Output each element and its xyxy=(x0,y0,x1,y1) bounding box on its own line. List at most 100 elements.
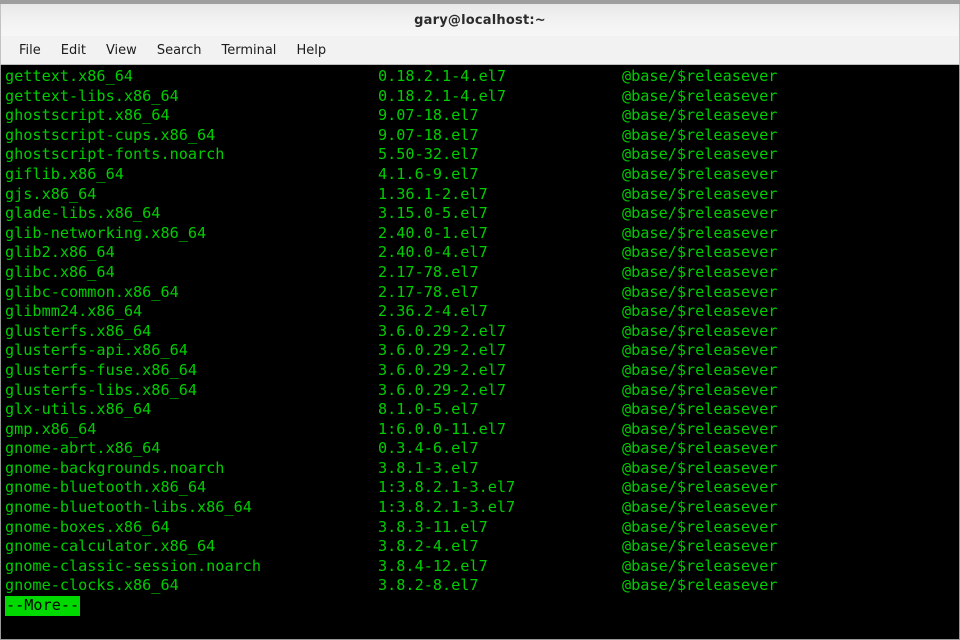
package-version: 3.15.0-5.el7 xyxy=(378,204,488,223)
package-repository: @base/$releasever xyxy=(622,223,778,242)
package-repository: @base/$releasever xyxy=(622,419,778,438)
package-row: glx-utils.x86_64 8.1.0-5.el7 @base/$releas… xyxy=(5,400,959,420)
package-name: gnome-boxes.x86_64 xyxy=(5,517,170,536)
menu-item-terminal[interactable]: Terminal xyxy=(211,40,286,61)
package-name: gnome-calculator.x86_64 xyxy=(5,537,216,556)
package-version: 2.40.0-1.el7 xyxy=(378,223,488,242)
more-prompt[interactable]: --More-- xyxy=(5,596,81,616)
package-row: ghostscript-fonts.noarch 5.50-32.el7 @base… xyxy=(5,145,959,165)
package-name: ghostscript.x86_64 xyxy=(5,106,170,125)
package-name: glusterfs-fuse.x86_64 xyxy=(5,360,198,379)
package-repository: @base/$releasever xyxy=(622,262,778,281)
menu-item-help[interactable]: Help xyxy=(286,40,336,61)
package-repository: @base/$releasever xyxy=(622,106,778,125)
package-row: gnome-boxes.x86_64 3.8.3-11.el7 @base/$rel… xyxy=(5,518,959,538)
menu-item-file[interactable]: File xyxy=(9,40,51,61)
package-version: 2.40.0-4.el7 xyxy=(378,243,488,262)
package-name: gnome-clocks.x86_64 xyxy=(5,576,179,595)
package-name: giflib.x86_64 xyxy=(5,164,124,183)
package-row: glibmm24.x86_64 2.36.2-4.el7 @base/$releas… xyxy=(5,302,959,322)
package-repository: @base/$releasever xyxy=(622,537,778,556)
package-name: glx-utils.x86_64 xyxy=(5,400,152,419)
package-name: glibc-common.x86_64 xyxy=(5,282,179,301)
package-repository: @base/$releasever xyxy=(622,478,778,497)
package-version: 2.17-78.el7 xyxy=(378,262,479,281)
package-version: 9.07-18.el7 xyxy=(378,106,479,125)
package-name: gnome-backgrounds.noarch xyxy=(5,458,225,477)
package-version: 9.07-18.el7 xyxy=(378,125,479,144)
package-name: gnome-classic-session.noarch xyxy=(5,556,262,575)
package-repository: @base/$releasever xyxy=(622,380,778,399)
package-row: glibc.x86_64 2.17-78.el7 @base/$releasever xyxy=(5,263,959,283)
package-row: glib-networking.x86_64 2.40.0-1.el7 @base/… xyxy=(5,224,959,244)
more-prompt-line: --More-- xyxy=(5,596,959,616)
package-name: gettext-libs.x86_64 xyxy=(5,86,179,105)
menu-item-view[interactable]: View xyxy=(96,40,147,61)
package-name: gnome-bluetooth-libs.x86_64 xyxy=(5,498,252,517)
package-row: giflib.x86_64 4.1.6-9.el7 @base/$releaseve… xyxy=(5,165,959,185)
package-repository: @base/$releasever xyxy=(622,86,778,105)
package-row: gnome-classic-session.noarch 3.8.4-12.el7… xyxy=(5,557,959,577)
package-row: gnome-bluetooth-libs.x86_64 1:3.8.2.1-3.e… xyxy=(5,498,959,518)
package-version: 3.6.0.29-2.el7 xyxy=(378,321,507,340)
package-row: glusterfs.x86_64 3.6.0.29-2.el7 @base/$rel… xyxy=(5,322,959,342)
package-version: 3.8.2-4.el7 xyxy=(378,537,479,556)
package-name: glibc.x86_64 xyxy=(5,262,115,281)
package-name: ghostscript-fonts.noarch xyxy=(5,145,225,164)
package-version: 2.17-78.el7 xyxy=(378,282,479,301)
package-version: 1:3.8.2.1-3.el7 xyxy=(378,478,516,497)
package-version: 1.36.1-2.el7 xyxy=(378,184,488,203)
package-row: ghostscript.x86_64 9.07-18.el7 @base/$rele… xyxy=(5,106,959,126)
package-name: gnome-bluetooth.x86_64 xyxy=(5,478,207,497)
package-repository: @base/$releasever xyxy=(622,282,778,301)
menu-item-edit[interactable]: Edit xyxy=(51,40,96,61)
package-row: glade-libs.x86_64 3.15.0-5.el7 @base/$rele… xyxy=(5,204,959,224)
package-name: gettext.x86_64 xyxy=(5,67,134,85)
package-repository: @base/$releasever xyxy=(622,145,778,164)
package-repository: @base/$releasever xyxy=(622,164,778,183)
package-row: gnome-bluetooth.x86_64 1:3.8.2.1-3.el7 @ba… xyxy=(5,478,959,498)
package-name: glib-networking.x86_64 xyxy=(5,223,207,242)
package-repository: @base/$releasever xyxy=(622,204,778,223)
package-version: 2.36.2-4.el7 xyxy=(378,302,488,321)
terminal-viewport[interactable]: gettext.x86_64 0.18.2.1-4.el7 @base/$relea… xyxy=(0,65,960,640)
package-row: glusterfs-libs.x86_64 3.6.0.29-2.el7 @base… xyxy=(5,381,959,401)
package-row: gnome-backgrounds.noarch 3.8.1-3.el7 @base… xyxy=(5,459,959,479)
package-row: glusterfs-api.x86_64 3.6.0.29-2.el7 @base/… xyxy=(5,341,959,361)
package-version: 1:3.8.2.1-3.el7 xyxy=(378,498,516,517)
package-repository: @base/$releasever xyxy=(622,458,778,477)
package-repository: @base/$releasever xyxy=(622,517,778,536)
package-row: glibc-common.x86_64 2.17-78.el7 @base/$rel… xyxy=(5,283,959,303)
package-repository: @base/$releasever xyxy=(622,125,778,144)
package-repository: @base/$releasever xyxy=(622,498,778,517)
package-version: 3.8.1-3.el7 xyxy=(378,458,479,477)
package-version: 3.6.0.29-2.el7 xyxy=(378,341,507,360)
package-name: glade-libs.x86_64 xyxy=(5,204,161,223)
package-repository: @base/$releasever xyxy=(622,321,778,340)
window-titlebar[interactable]: gary@localhost:~ xyxy=(0,4,960,36)
package-name: glib2.x86_64 xyxy=(5,243,115,262)
package-version: 3.8.2-8.el7 xyxy=(378,576,479,595)
package-row: gjs.x86_64 1.36.1-2.el7 @base/$releasever xyxy=(5,185,959,205)
menubar: File Edit View Search Terminal Help xyxy=(0,36,960,65)
package-version: 0.18.2.1-4.el7 xyxy=(378,86,507,105)
package-row: gettext.x86_64 0.18.2.1-4.el7 @base/$relea… xyxy=(5,67,959,87)
terminal-window: gary@localhost:~ File Edit View Search T… xyxy=(0,0,960,640)
package-name: glusterfs.x86_64 xyxy=(5,321,152,340)
package-version: 3.8.4-12.el7 xyxy=(378,556,488,575)
package-name: gjs.x86_64 xyxy=(5,184,97,203)
window-title: gary@localhost:~ xyxy=(414,12,546,28)
package-repository: @base/$releasever xyxy=(622,556,778,575)
package-row: gmp.x86_64 1:6.0.0-11.el7 @base/$releaseve… xyxy=(5,420,959,440)
terminal-output: gettext.x86_64 0.18.2.1-4.el7 @base/$relea… xyxy=(1,65,959,639)
package-repository: @base/$releasever xyxy=(622,400,778,419)
package-repository: @base/$releasever xyxy=(622,439,778,458)
package-version: 5.50-32.el7 xyxy=(378,145,479,164)
package-version: 3.6.0.29-2.el7 xyxy=(378,380,507,399)
package-version: 0.18.2.1-4.el7 xyxy=(378,67,507,85)
menu-item-search[interactable]: Search xyxy=(147,40,212,61)
package-repository: @base/$releasever xyxy=(622,360,778,379)
package-repository: @base/$releasever xyxy=(622,67,778,85)
package-repository: @base/$releasever xyxy=(622,243,778,262)
package-name: glusterfs-libs.x86_64 xyxy=(5,380,198,399)
